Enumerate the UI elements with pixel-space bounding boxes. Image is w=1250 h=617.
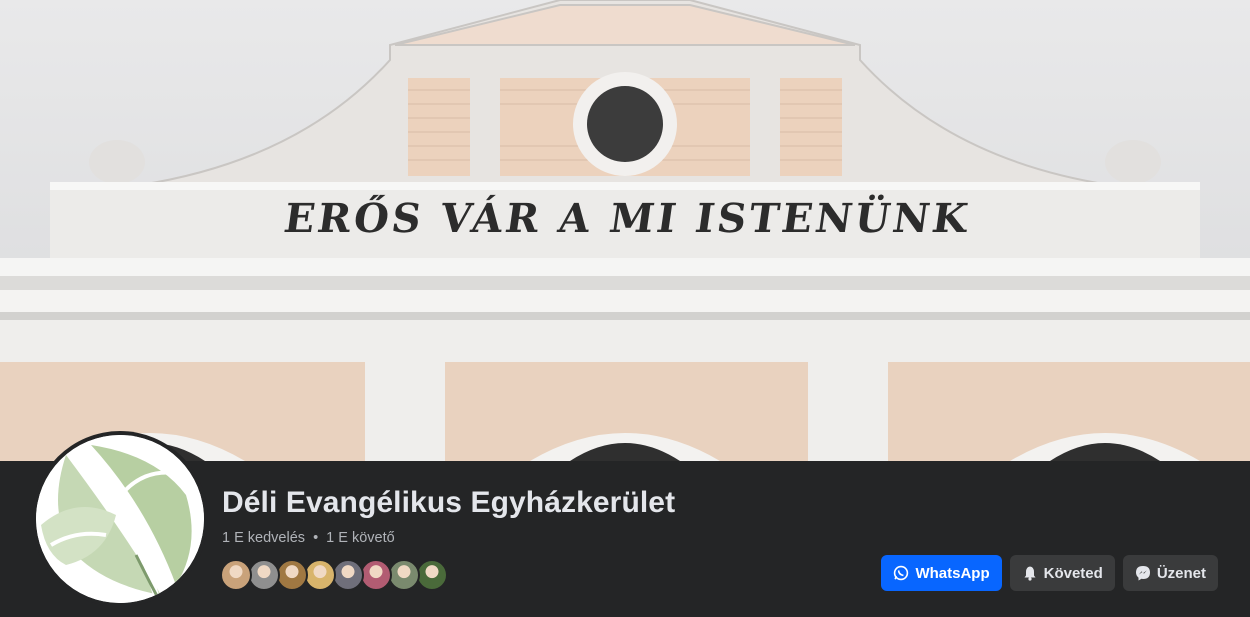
whatsapp-icon bbox=[893, 565, 909, 581]
stats-separator: • bbox=[313, 530, 319, 546]
whatsapp-button[interactable]: WhatsApp bbox=[881, 555, 1002, 591]
message-label: Üzenet bbox=[1156, 564, 1206, 582]
follower-avatar[interactable] bbox=[360, 559, 392, 591]
follower-avatar[interactable] bbox=[416, 559, 448, 591]
follower-avatar[interactable] bbox=[220, 559, 252, 591]
cover-inscription: ERŐS VÁR A MI ISTENÜNK bbox=[281, 193, 974, 242]
follower-avatar[interactable] bbox=[276, 559, 308, 591]
follower-avatars[interactable] bbox=[220, 559, 448, 591]
page-title: Déli Evangélikus Egyházkerület bbox=[222, 486, 676, 519]
wheat-leaf-logo-icon bbox=[36, 435, 204, 603]
bell-icon bbox=[1022, 565, 1038, 581]
following-button[interactable]: Követed bbox=[1009, 555, 1115, 591]
follower-avatar[interactable] bbox=[388, 559, 420, 591]
follower-avatar[interactable] bbox=[304, 559, 336, 591]
likes-count[interactable]: 1 E kedvelés bbox=[222, 530, 305, 546]
church-facade-image: ERŐS VÁR A MI ISTENÜNK bbox=[0, 0, 1250, 461]
message-button[interactable]: Üzenet bbox=[1122, 555, 1218, 591]
messenger-icon bbox=[1135, 565, 1151, 581]
following-label: Követed bbox=[1043, 564, 1103, 582]
followers-count[interactable]: 1 E követő bbox=[326, 530, 395, 546]
follower-avatar[interactable] bbox=[248, 559, 280, 591]
page-stats: 1 E kedvelés • 1 E követő bbox=[222, 530, 395, 546]
cover-photo[interactable]: ERŐS VÁR A MI ISTENÜNK bbox=[0, 0, 1250, 461]
follower-avatar[interactable] bbox=[332, 559, 364, 591]
profile-picture[interactable] bbox=[32, 431, 208, 607]
page-actions: WhatsApp Követed Üzenet bbox=[881, 555, 1218, 591]
whatsapp-label: WhatsApp bbox=[915, 564, 990, 582]
